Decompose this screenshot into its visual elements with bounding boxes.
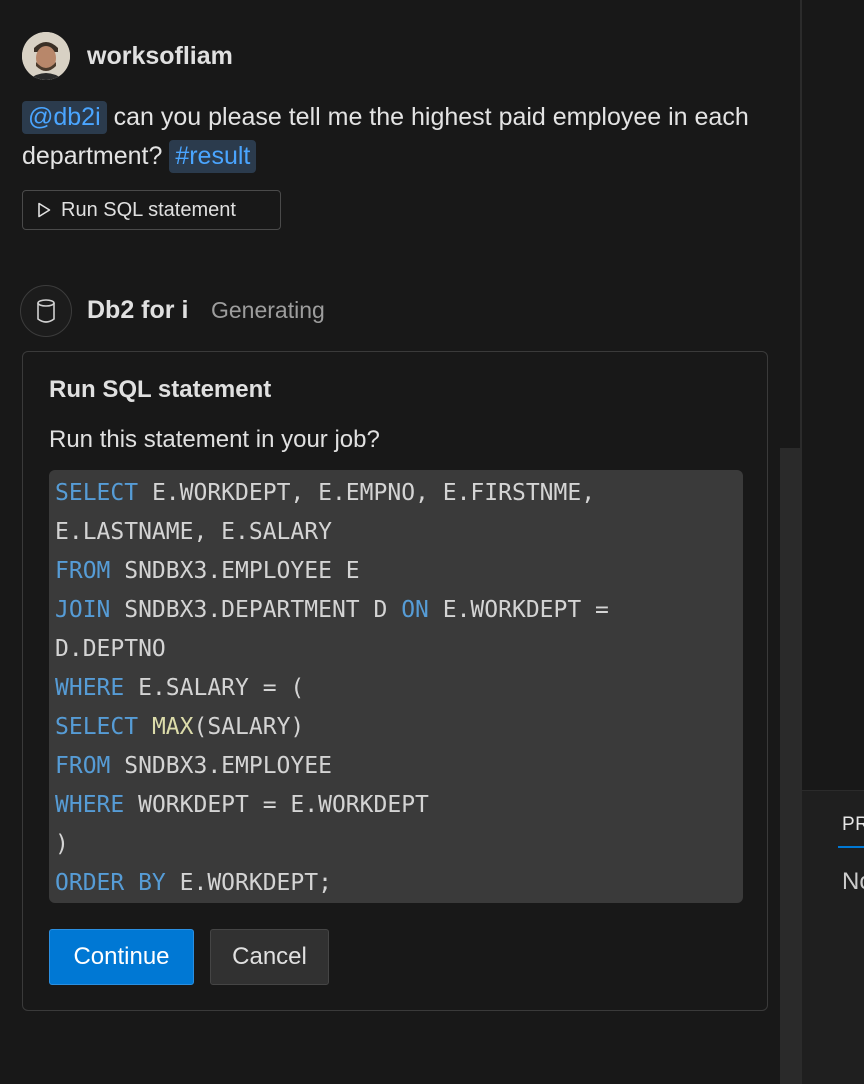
cancel-button[interactable]: Cancel	[210, 929, 329, 985]
confirmation-card: Run SQL statement Run this statement in …	[22, 351, 768, 1011]
sql-text: WORKDEPT = E.WORKDEPT	[124, 792, 429, 818]
sql-text: SNDBX3.DEPARTMENT D	[110, 597, 402, 623]
sql-text: (SALARY)	[193, 714, 305, 740]
sql-text: E.WORKDEPT, E.EMPNO, E.FIRSTNME,	[138, 480, 596, 506]
code-line: WHERE E.SALARY = (	[55, 669, 737, 708]
continue-button[interactable]: Continue	[49, 929, 194, 985]
reference-chip[interactable]: #result	[169, 140, 257, 173]
code-line: D.DEPTNO	[55, 630, 737, 669]
user-message-text: can you please tell me the highest paid …	[22, 103, 749, 170]
code-line: ORDER BY E.WORKDEPT;	[55, 864, 737, 903]
chat-pane: worksofliam @db2i can you please tell me…	[0, 0, 800, 1084]
sql-keyword: SELECT	[55, 480, 139, 506]
sql-keyword: WHERE	[55, 675, 125, 701]
code-line: SELECT MAX(SALARY)	[55, 708, 737, 747]
sql-text: E.SALARY = (	[124, 675, 305, 701]
sql-text: E.WORKDEPT;	[165, 870, 332, 896]
user-message: @db2i can you please tell me the highest…	[22, 98, 762, 176]
sql-text: )	[55, 831, 69, 857]
user-avatar	[22, 32, 70, 80]
sql-keyword: ON	[401, 597, 429, 623]
sql-code-block: SELECT E.WORKDEPT, E.EMPNO, E.FIRSTNME, E…	[49, 470, 743, 903]
panel-tab-problems[interactable]: PR	[842, 814, 864, 836]
sql-keyword: FROM	[55, 753, 111, 779]
sql-function: MAX	[151, 714, 194, 740]
card-question: Run this statement in your job?	[49, 426, 380, 453]
play-icon	[37, 202, 51, 218]
sql-text: D.DEPTNO	[55, 636, 166, 662]
code-line: E.LASTNAME, E.SALARY	[55, 513, 737, 552]
sql-text: E.WORKDEPT =	[428, 597, 609, 623]
active-tab-indicator	[838, 846, 864, 848]
sql-keyword: ORDER BY	[55, 870, 166, 896]
code-line: SELECT E.WORKDEPT, E.EMPNO, E.FIRSTNME,	[55, 474, 737, 513]
code-line: FROM SNDBX3.EMPLOYEE	[55, 747, 737, 786]
sql-keyword: WHERE	[55, 792, 125, 818]
sql-text: SNDBX3.EMPLOYEE	[110, 753, 332, 779]
card-title: Run SQL statement	[49, 376, 272, 403]
code-line: FROM SNDBX3.EMPLOYEE E	[55, 552, 737, 591]
panel-separator	[802, 790, 864, 791]
side-editor-area	[802, 0, 864, 790]
code-line: JOIN SNDBX3.DEPARTMENT D ON E.WORKDEPT =	[55, 591, 737, 630]
sql-keyword: FROM	[55, 558, 111, 584]
database-icon	[20, 285, 72, 337]
scrollbar[interactable]	[780, 448, 800, 1084]
sql-keyword: SELECT	[55, 714, 139, 740]
panel-body-text: No	[842, 868, 864, 895]
assistant-status: Generating	[211, 297, 325, 323]
code-line: WHERE WORKDEPT = E.WORKDEPT	[55, 786, 737, 825]
side-panel: PR No	[802, 0, 864, 1084]
sql-text: SNDBX3.EMPLOYEE E	[110, 558, 360, 584]
mention-chip[interactable]: @db2i	[22, 101, 107, 134]
sql-keyword: JOIN	[55, 597, 111, 623]
run-sql-reference-button[interactable]: Run SQL statement	[22, 190, 281, 230]
run-sql-reference-label: Run SQL statement	[61, 198, 236, 221]
code-line: )	[55, 825, 737, 864]
sql-text: E.LASTNAME, E.SALARY	[55, 519, 332, 545]
user-name: worksofliam	[87, 42, 233, 70]
assistant-name: Db2 for i	[87, 296, 189, 324]
